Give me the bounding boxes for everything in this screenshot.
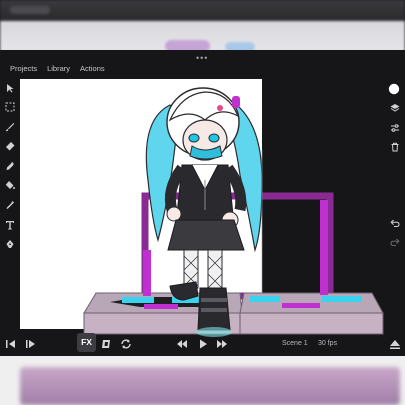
- background-blur-top: [0, 0, 405, 52]
- playback-bar: Scene 1 30 fps: [0, 333, 405, 356]
- fx-button[interactable]: FX: [77, 333, 96, 352]
- previous-frame-icon[interactable]: [5, 338, 17, 354]
- animation-frame-artwork: [83, 87, 384, 337]
- onion-skin-icon[interactable]: [100, 338, 112, 354]
- play-icon[interactable]: [197, 338, 209, 354]
- background-blur-bottom: [0, 355, 405, 405]
- scene-label[interactable]: Scene 1: [282, 340, 308, 347]
- rewind-icon[interactable]: [176, 338, 188, 354]
- fast-forward-icon[interactable]: [216, 338, 228, 354]
- loop-icon[interactable]: [120, 338, 132, 354]
- next-frame-icon[interactable]: [24, 338, 36, 354]
- collapse-panel-icon[interactable]: [389, 338, 401, 354]
- animation-app-window: ••• Projects Library Actions Scene 1 30 …: [0, 50, 405, 356]
- fps-label[interactable]: 30 fps: [318, 340, 337, 347]
